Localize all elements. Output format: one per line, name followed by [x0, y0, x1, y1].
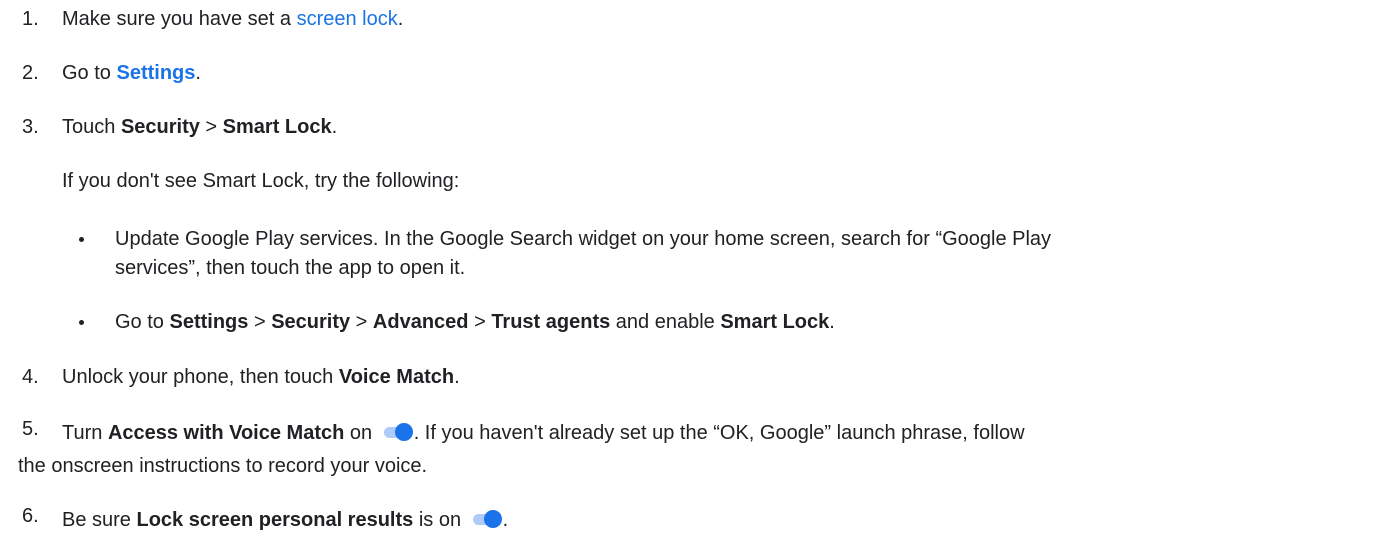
bullet-text-part: >: [248, 311, 272, 333]
bullet-text-bold: Security: [271, 311, 351, 333]
bullet-text-part: Go to: [115, 311, 170, 333]
bullet-text-bold: Advanced: [372, 311, 469, 333]
toggle-on-icon: [472, 510, 503, 528]
step-text: Turn Access with Voice Match on . If you…: [62, 421, 1025, 445]
bullet-text-part: >: [350, 311, 373, 333]
toggle-knob: [483, 510, 502, 528]
bullet-text-part: >: [468, 311, 492, 333]
step-text-part: Go to: [62, 62, 117, 84]
step-text-part: .: [397, 8, 404, 30]
step-text-part: Be sure: [62, 509, 137, 531]
step-text: Unlock your phone, then touch Voice Matc…: [62, 365, 460, 389]
bullet-text-part: and enable: [610, 311, 721, 333]
bullet-text: services”, then touch the app to open it…: [115, 257, 466, 279]
bullet-text-bold: Smart Lock: [720, 311, 830, 333]
bullet-dot: [79, 237, 84, 242]
toggle-knob: [394, 423, 413, 441]
step-text-part: Touch: [62, 116, 121, 138]
bullet-dot: [79, 320, 84, 325]
step-number: 2.: [22, 62, 39, 84]
step-text-part: is on: [413, 509, 467, 531]
step-text-bold: Security: [120, 116, 200, 138]
bullet-text-bold: Settings: [169, 311, 249, 333]
step-text-part: on: [344, 422, 378, 444]
step-text-part: .: [195, 62, 201, 84]
step-text-bold: Access with Voice Match: [107, 422, 345, 444]
step-text-bold: Lock screen personal results: [136, 509, 414, 531]
step-text-part: >: [199, 116, 223, 138]
step-text-part: .: [331, 116, 338, 138]
step-text: Touch Security > Smart Lock.: [62, 115, 337, 139]
bullet-text-bold: Trust agents: [491, 311, 611, 333]
step-number: 4.: [22, 366, 39, 388]
step-text-part: Turn: [62, 422, 108, 444]
settings-link[interactable]: Settings: [116, 62, 195, 84]
bullet-text: Update Google Play services. In the Goog…: [115, 228, 1052, 250]
step-text: Make sure you have set a screen lock.: [62, 7, 403, 31]
step-text-part: Make sure you have set a: [62, 8, 297, 30]
step-number: 3.: [22, 116, 39, 138]
step-text-bold: Smart Lock: [222, 116, 332, 138]
bullet-text-part: .: [829, 311, 835, 333]
step-text: Be sure Lock screen personal results is …: [62, 508, 508, 532]
step-text-bold: Voice Match: [338, 366, 455, 388]
step-text-part: Unlock your phone, then touch: [62, 366, 339, 388]
step-number: 1.: [22, 8, 39, 30]
step-number: 5.: [22, 418, 39, 440]
step-number: 6.: [22, 505, 39, 527]
bullet-text: Go to Settings > Security > Advanced > T…: [115, 310, 835, 334]
step-text: Go to Settings.: [62, 61, 201, 85]
step-text-part: .: [454, 366, 460, 388]
step-text-continued: the onscreen instructions to record your…: [18, 455, 428, 477]
screen-lock-link[interactable]: screen lock: [297, 8, 398, 30]
note-text: If you don't see Smart Lock, try the fol…: [62, 170, 460, 192]
toggle-on-icon: [383, 423, 414, 441]
step-text-part: .: [502, 509, 509, 531]
step-text-part: . If you haven't already set up the “OK,…: [413, 422, 1025, 444]
